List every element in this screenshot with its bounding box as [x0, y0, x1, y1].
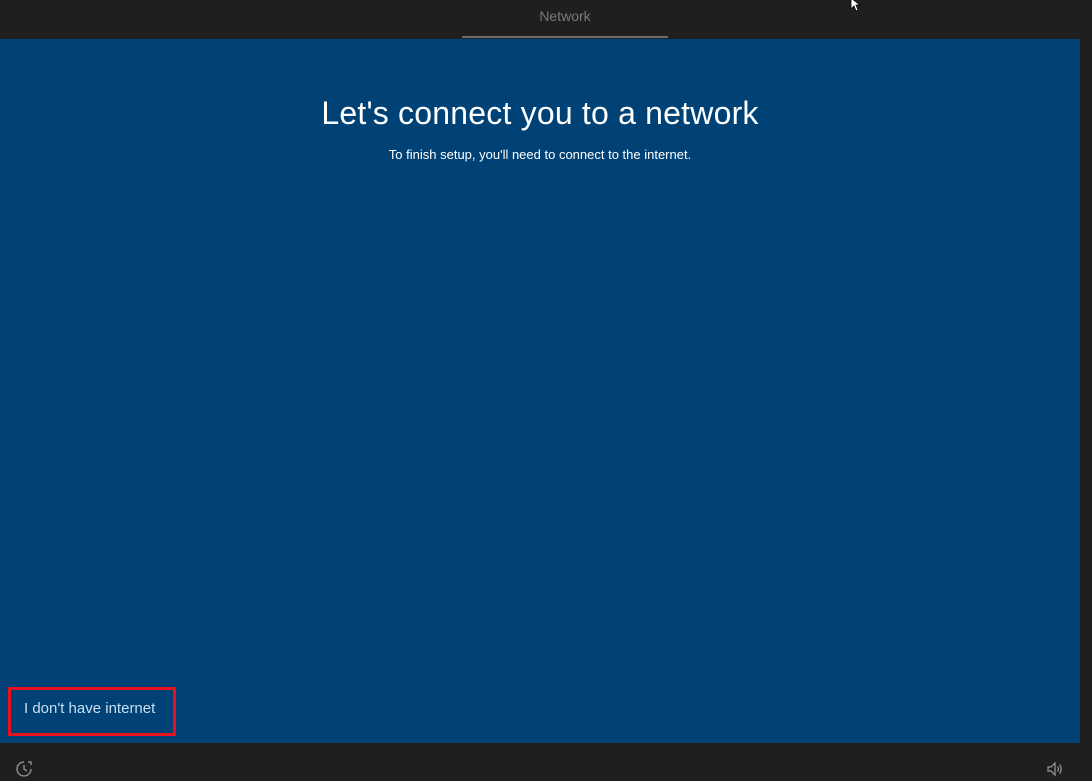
bottom-bar	[0, 743, 1092, 781]
page-subtitle: To finish setup, you'll need to connect …	[388, 147, 692, 162]
setup-panel: Let's connect you to a network To finish…	[0, 39, 1080, 743]
top-bar: Network	[0, 0, 1092, 38]
page-title: Let's connect you to a network	[321, 95, 759, 131]
right-edge-strip	[1080, 39, 1092, 743]
step-label-network: Network	[462, 0, 668, 38]
mouse-cursor-icon	[850, 0, 862, 12]
volume-icon[interactable]	[1046, 760, 1064, 778]
ease-of-access-icon[interactable]	[15, 760, 33, 778]
no-internet-link[interactable]: I don't have internet	[24, 700, 155, 717]
